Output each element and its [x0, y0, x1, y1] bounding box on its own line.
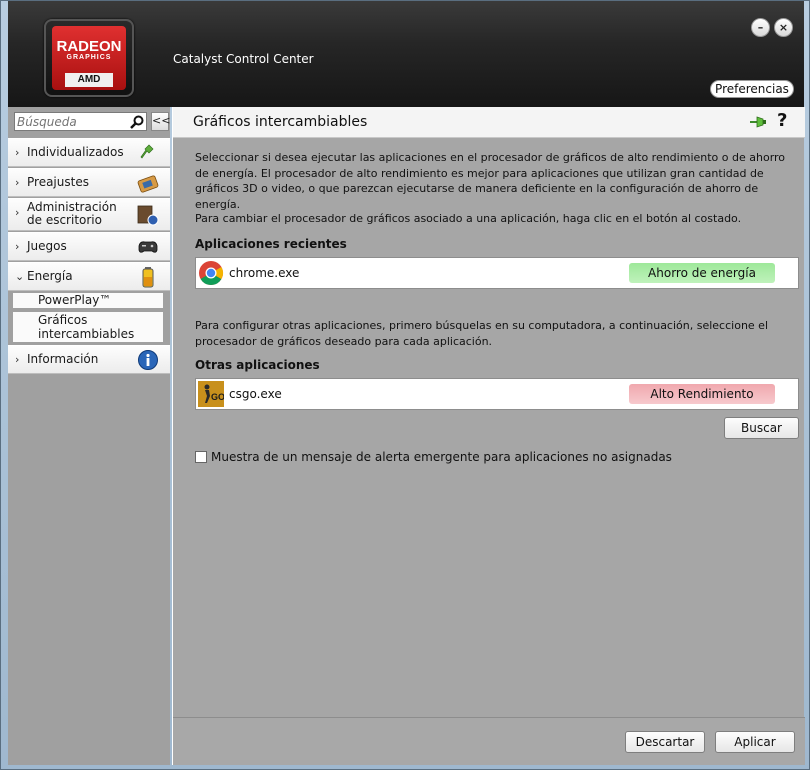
intro-text: Seleccionar si desea ejecutar las aplica… — [195, 151, 786, 211]
discard-button[interactable]: Descartar — [625, 731, 705, 753]
main-panel: Gráficos intercambiables ? Seleccionar s… — [172, 107, 805, 765]
chrome-icon — [199, 261, 224, 286]
browse-button[interactable]: Buscar — [724, 417, 799, 439]
app-row-csgo: GO csgo.exe Alto Rendimiento — [195, 378, 799, 410]
chevron-right-icon: › — [15, 206, 20, 219]
logo-subtitle: GRAPHICS — [66, 54, 112, 61]
app-name: csgo.exe — [229, 387, 282, 401]
sidebar-item-preajustes[interactable]: › Preajustes — [8, 168, 170, 197]
radeon-logo: RADEON GRAPHICS AMD — [44, 19, 134, 97]
sidebar-item-label: Administración de escritorio — [27, 200, 117, 227]
alert-checkbox-label: Muestra de un mensaje de alerta emergent… — [211, 450, 672, 464]
battery-icon — [142, 267, 154, 288]
app-title: Catalyst Control Center — [173, 52, 314, 66]
sidebar-item-administracion[interactable]: › Administración de escritorio — [8, 198, 170, 231]
change-hint-text: Para cambiar el procesador de gráficos a… — [195, 212, 742, 225]
gpu-mode-button[interactable]: Ahorro de energía — [629, 263, 775, 283]
page-title-bar: Gráficos intercambiables ? — [173, 107, 805, 138]
sidebar-item-label: Preajustes — [27, 175, 89, 189]
gamepad-icon — [138, 241, 158, 253]
search-box — [14, 112, 147, 131]
chevron-right-icon: › — [15, 353, 20, 366]
recent-apps-title: Aplicaciones recientes — [195, 237, 347, 251]
sidebar-item-informacion[interactable]: › Información — [8, 345, 170, 374]
app-row-chrome: chrome.exe Ahorro de energía — [195, 257, 799, 289]
sidebar-item-label: Energía — [27, 269, 73, 283]
search-input[interactable] — [17, 114, 125, 129]
pin-icon — [140, 144, 154, 159]
sidebar: << › Individualizados › Preajustes › Adm… — [8, 107, 170, 765]
sidebar-item-energia[interactable]: ⌄ Energía — [8, 262, 170, 291]
chevron-right-icon: › — [15, 146, 20, 159]
header-bar: RADEON GRAPHICS AMD Catalyst Control Cen… — [8, 1, 804, 107]
logo-brand: RADEON — [56, 38, 122, 55]
ccc-window: RADEON GRAPHICS AMD Catalyst Control Cen… — [0, 0, 810, 770]
logo-maker: AMD — [65, 73, 113, 87]
sidebar-item-label: Juegos — [27, 239, 67, 253]
sidebar-item-individualizados[interactable]: › Individualizados — [8, 138, 170, 167]
chevron-right-icon: › — [15, 176, 20, 189]
preset-icon — [137, 175, 159, 193]
sidebar-item-juegos[interactable]: › Juegos — [8, 232, 170, 261]
info-icon — [138, 350, 158, 370]
sidebar-item-label: Información — [27, 352, 99, 366]
collapse-sidebar-button[interactable]: << — [151, 112, 170, 131]
sidebar-item-label: Individualizados — [27, 145, 124, 159]
help-icon[interactable]: ? — [777, 110, 787, 131]
preferences-button[interactable]: Preferencias — [710, 80, 794, 98]
other-hint-text: Para configurar otras aplicaciones, prim… — [195, 319, 768, 348]
search-icon[interactable] — [129, 114, 145, 130]
desktop-icon — [137, 205, 159, 226]
app-name: chrome.exe — [229, 266, 300, 280]
sidebar-subitem-graficos-intercambiables[interactable]: Gráficos intercambiables — [13, 312, 163, 342]
close-button[interactable]: × — [774, 18, 793, 37]
pin-page-icon[interactable] — [748, 113, 768, 131]
minimize-button[interactable]: – — [751, 18, 770, 37]
gpu-mode-button[interactable]: Alto Rendimiento — [629, 384, 775, 404]
alert-checkbox[interactable] — [195, 451, 207, 463]
page-title: Gráficos intercambiables — [193, 114, 368, 130]
chevron-right-icon: › — [15, 240, 20, 253]
sidebar-subitem-powerplay[interactable]: PowerPlay™ — [13, 293, 163, 308]
csgo-icon: GO — [198, 381, 224, 407]
footer-bar: Descartar Aplicar — [173, 717, 805, 765]
svg-text:GO: GO — [211, 392, 224, 402]
chevron-down-icon: ⌄ — [15, 270, 25, 283]
other-apps-title: Otras aplicaciones — [195, 358, 320, 372]
apply-button[interactable]: Aplicar — [715, 731, 795, 753]
